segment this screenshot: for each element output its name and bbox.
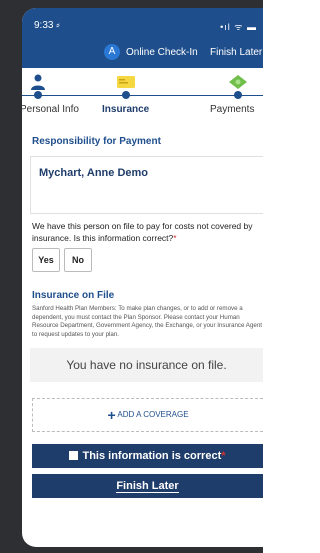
information-correct-checkbox[interactable]: This information is correct*: [32, 444, 263, 468]
device-frame: 9:33 ⸗ •ıl ᯤ ▬ A Online Check-In Finish …: [0, 0, 263, 553]
step-dot-insurance: [122, 91, 130, 99]
confirm-label: This information is correct: [82, 450, 222, 462]
money-icon: [229, 75, 247, 89]
step-dot-personal-info: [34, 91, 42, 99]
no-button[interactable]: No: [64, 248, 92, 272]
responsibility-question: We have this person on file to pay for c…: [32, 220, 263, 244]
step-dot-payments: [234, 91, 242, 99]
question-text: We have this person on file to pay for c…: [32, 221, 253, 243]
step-personal-info[interactable]: Personal Info: [22, 104, 79, 115]
step-insurance[interactable]: Insurance: [102, 104, 149, 115]
step-payments[interactable]: Payments: [210, 104, 254, 115]
progress-track: [22, 95, 263, 96]
header-finish-later-link[interactable]: Finish Later: [210, 47, 262, 58]
plus-icon: +: [107, 407, 116, 423]
required-mark: *: [173, 233, 177, 243]
progress-steps: Personal Info Insurance Payments: [22, 68, 263, 124]
phone-screen: 9:33 ⸗ •ıl ᯤ ▬ A Online Check-In Finish …: [22, 8, 263, 547]
top-bar: 9:33 ⸗ •ıl ᯤ ▬ A Online Check-In Finish …: [22, 8, 263, 68]
status-time: 9:33 ⸗: [34, 20, 60, 31]
finish-later-label: Finish Later: [116, 480, 179, 493]
person-icon: [31, 74, 45, 90]
guarantor-name: Mychart, Anne Demo: [39, 167, 149, 179]
avatar[interactable]: A: [104, 44, 120, 60]
status-indicators: •ıl ᯤ ▬: [220, 22, 257, 32]
responsibility-card: Mychart, Anne Demo: [30, 156, 263, 214]
confirm-required-mark: *: [221, 450, 226, 462]
no-insurance-message: You have no insurance on file.: [30, 348, 263, 382]
page-title: Online Check-In: [126, 47, 198, 58]
finish-later-button[interactable]: Finish Later: [32, 474, 263, 498]
insurance-notice: Sanford Health Plan Members: To make pla…: [32, 305, 262, 338]
header: A Online Check-In Finish Later: [22, 42, 263, 66]
yes-button[interactable]: Yes: [32, 248, 60, 272]
add-coverage-label: ADD A COVERAGE: [117, 410, 189, 420]
add-coverage-button[interactable]: + ADD A COVERAGE: [32, 398, 263, 432]
responsibility-title: Responsibility for Payment: [32, 136, 161, 147]
insurance-title: Insurance on File: [32, 290, 115, 301]
insurance-card-icon: [117, 76, 135, 88]
checkbox-icon: [69, 450, 79, 460]
